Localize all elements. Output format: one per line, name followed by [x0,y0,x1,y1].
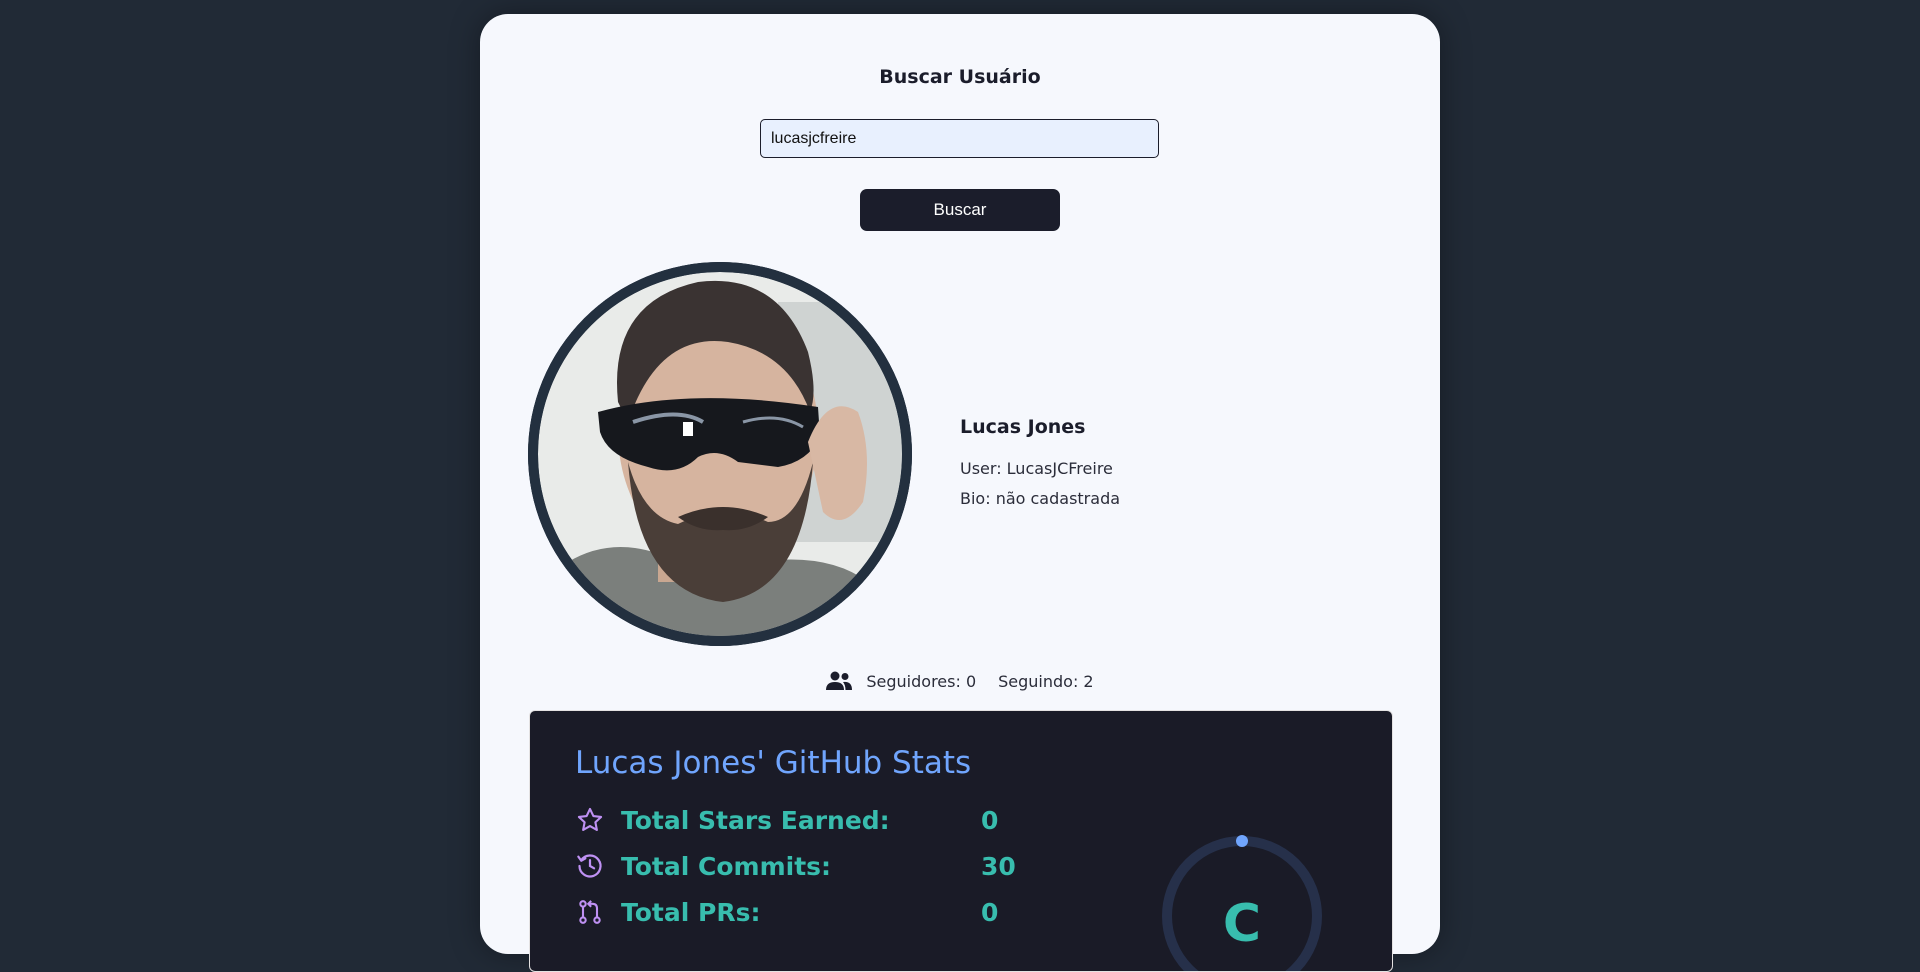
stat-label: Total Commits: [621,851,832,881]
stat-label: Total Stars Earned: [621,805,890,835]
history-icon [575,851,605,881]
github-stats-card: Lucas Jones' GitHub Stats Total Stars Ea… [529,710,1393,972]
stat-label: Total PRs: [621,897,761,927]
followers-count: Seguidores: 0 [866,671,977,691]
pull-request-icon [575,897,605,927]
star-icon [575,805,605,835]
stat-value: 0 [981,897,999,927]
stat-value: 0 [981,805,999,835]
search-input[interactable] [760,119,1159,158]
user-search-card: Buscar Usuário Buscar [480,14,1440,972]
stat-row-stars: Total Stars Earned: 0 [575,802,998,838]
rank-ring-progress [1236,835,1248,847]
people-icon [826,671,853,691]
profile-name: Lucas Jones [960,416,1086,438]
following-count: Seguindo: 2 [998,671,1094,691]
rank-ring: C [1157,831,1327,971]
avatar [528,262,912,646]
stats-title: Lucas Jones' GitHub Stats [575,745,972,781]
stat-value: 30 [981,851,1016,881]
avatar-photo [528,262,912,646]
search-button[interactable]: Buscar [860,189,1060,231]
profile-username: User: LucasJCFreire [960,459,1113,478]
stat-row-prs: Total PRs: 0 [575,894,998,930]
follow-stats: Seguidores: 0 Seguindo: 2 [480,667,1440,695]
profile-bio: Bio: não cadastrada [960,489,1121,508]
stat-row-commits: Total Commits: 30 [575,848,1016,884]
page-title: Buscar Usuário [879,66,1041,88]
rank-letter: C [1223,894,1261,954]
